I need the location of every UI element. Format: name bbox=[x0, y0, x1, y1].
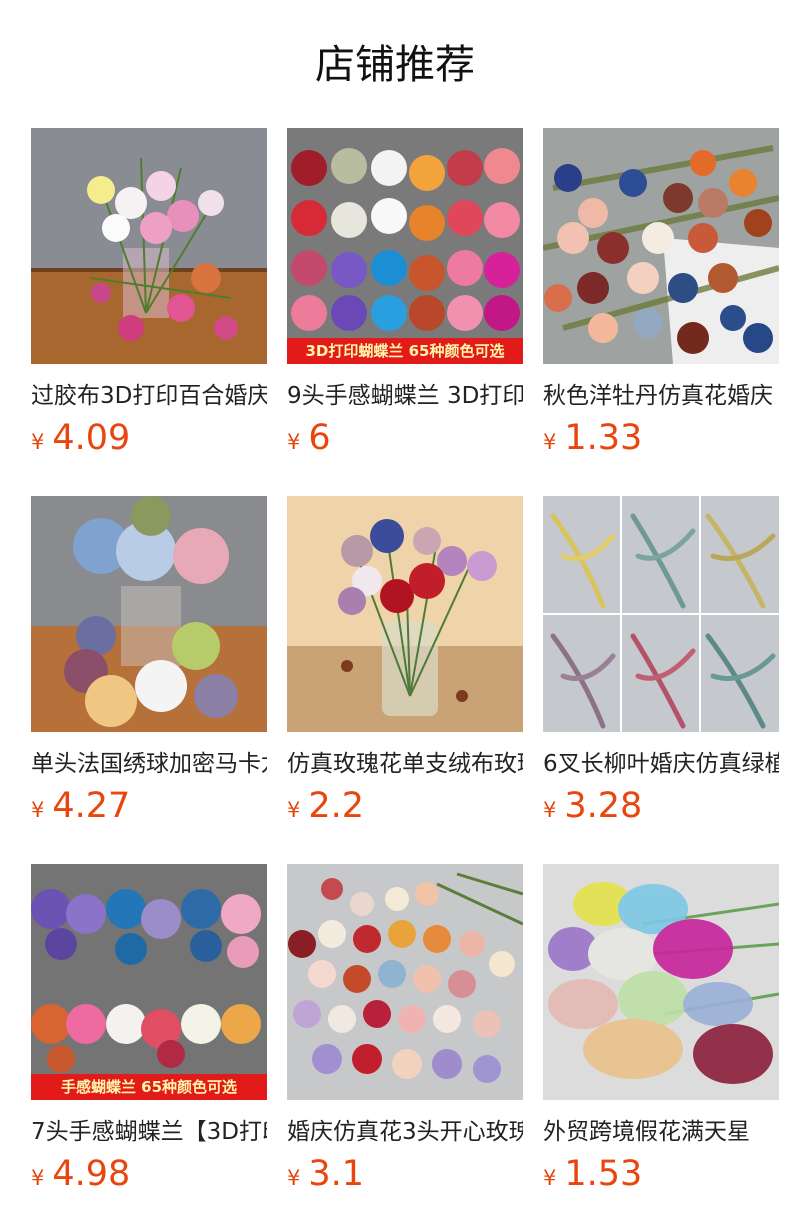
product-name[interactable]: 过胶布3D打印百合婚庆仿真花 bbox=[31, 380, 267, 412]
price-value: 1.33 bbox=[564, 418, 643, 458]
willow-leaf-image[interactable] bbox=[543, 496, 779, 732]
promo-banner: 3D打印蝴蝶兰 65种颜色可选 bbox=[287, 338, 523, 364]
product-card[interactable]: 婚庆仿真花3头开心玫瑰 ¥3.1 bbox=[287, 864, 523, 1204]
currency-symbol: ¥ bbox=[31, 430, 45, 454]
orchid-rows-image[interactable]: 手感蝴蝶兰 65种颜色可选 bbox=[31, 864, 267, 1100]
price-value: 4.98 bbox=[52, 1154, 131, 1194]
product-price: ¥4.98 bbox=[31, 1154, 130, 1194]
price-value: 4.09 bbox=[52, 418, 131, 458]
hydrangea-image[interactable] bbox=[31, 496, 267, 732]
currency-symbol: ¥ bbox=[287, 1166, 301, 1190]
orchid-grid-image[interactable]: 3D打印蝴蝶兰 65种颜色可选 bbox=[287, 128, 523, 364]
product-card[interactable]: 秋色洋牡丹仿真花婚庆 ¥1.33 bbox=[543, 128, 779, 468]
product-price: ¥4.27 bbox=[31, 786, 130, 826]
product-name[interactable]: 9头手感蝴蝶兰 3D打印蝴蝶兰 bbox=[287, 380, 523, 412]
product-name[interactable]: 外贸跨境假花满天星 bbox=[543, 1116, 779, 1148]
rose-heads-image[interactable] bbox=[287, 864, 523, 1100]
babys-breath-image[interactable] bbox=[543, 864, 779, 1100]
product-price: ¥1.53 bbox=[543, 1154, 642, 1194]
product-card[interactable]: 6叉长柳叶婚庆仿真绿植 ¥3.28 bbox=[543, 496, 779, 836]
product-card[interactable]: 手感蝴蝶兰 65种颜色可选 7头手感蝴蝶兰【3D打印】 ¥4.98 bbox=[31, 864, 267, 1204]
product-price: ¥1.33 bbox=[543, 418, 642, 458]
page-title: 店铺推荐 bbox=[315, 42, 475, 88]
price-value: 4.27 bbox=[52, 786, 131, 826]
product-price: ¥3.1 bbox=[287, 1154, 364, 1194]
currency-symbol: ¥ bbox=[31, 798, 45, 822]
product-name[interactable]: 婚庆仿真花3头开心玫瑰 bbox=[287, 1116, 523, 1148]
peony-image[interactable] bbox=[543, 128, 779, 364]
price-value: 2.2 bbox=[308, 786, 365, 826]
product-name[interactable]: 秋色洋牡丹仿真花婚庆 bbox=[543, 380, 779, 412]
currency-symbol: ¥ bbox=[543, 430, 557, 454]
product-name[interactable]: 单头法国绣球加密马卡龙 bbox=[31, 748, 267, 780]
product-price: ¥4.09 bbox=[31, 418, 130, 458]
currency-symbol: ¥ bbox=[543, 1166, 557, 1190]
product-price: ¥2.2 bbox=[287, 786, 364, 826]
product-card[interactable]: 仿真玫瑰花单支绒布玫瑰 ¥2.2 bbox=[287, 496, 523, 836]
product-card[interactable]: 过胶布3D打印百合婚庆仿真花 ¥4.09 bbox=[31, 128, 267, 468]
product-name[interactable]: 仿真玫瑰花单支绒布玫瑰 bbox=[287, 748, 523, 780]
product-card[interactable]: 外贸跨境假花满天星 ¥1.53 bbox=[543, 864, 779, 1204]
currency-symbol: ¥ bbox=[543, 798, 557, 822]
product-price: ¥3.28 bbox=[543, 786, 642, 826]
currency-symbol: ¥ bbox=[287, 430, 301, 454]
currency-symbol: ¥ bbox=[31, 1166, 45, 1190]
rose-vase-image[interactable] bbox=[287, 496, 523, 732]
price-value: 6 bbox=[308, 418, 331, 458]
price-value: 3.1 bbox=[308, 1154, 365, 1194]
price-value: 1.53 bbox=[564, 1154, 643, 1194]
lily-bouquet-image[interactable] bbox=[31, 128, 267, 364]
price-value: 3.28 bbox=[564, 786, 643, 826]
product-card[interactable]: 3D打印蝴蝶兰 65种颜色可选 9头手感蝴蝶兰 3D打印蝴蝶兰 ¥6 bbox=[287, 128, 523, 468]
product-price: ¥6 bbox=[287, 418, 331, 458]
product-name[interactable]: 7头手感蝴蝶兰【3D打印】 bbox=[31, 1116, 267, 1148]
promo-banner: 手感蝴蝶兰 65种颜色可选 bbox=[31, 1074, 267, 1100]
currency-symbol: ¥ bbox=[287, 798, 301, 822]
product-card[interactable]: 单头法国绣球加密马卡龙 ¥4.27 bbox=[31, 496, 267, 836]
product-name[interactable]: 6叉长柳叶婚庆仿真绿植 bbox=[543, 748, 779, 780]
